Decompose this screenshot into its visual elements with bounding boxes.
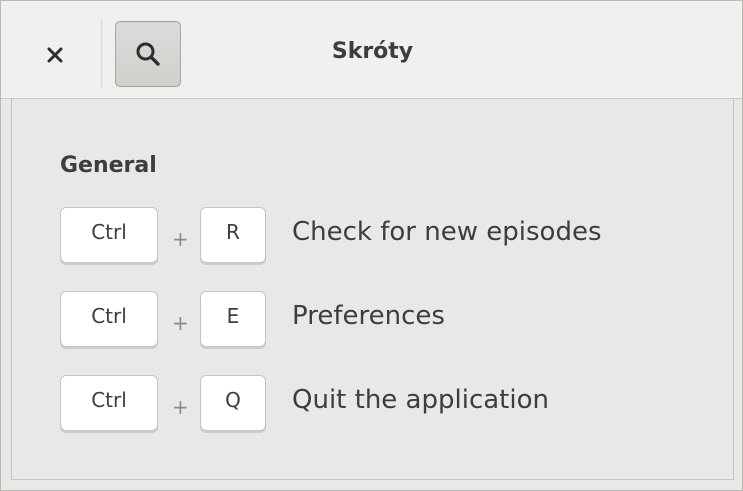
- shortcut-row: Ctrl + Q Quit the application: [60, 375, 720, 435]
- letter-key: R: [200, 207, 266, 263]
- modifier-key: Ctrl: [60, 207, 158, 263]
- shortcut-row: Ctrl + R Check for new episodes: [60, 207, 720, 267]
- header-bar: Skróty: [1, 1, 742, 99]
- plus-sign: +: [172, 395, 189, 419]
- window-title: Skróty: [1, 39, 742, 64]
- shortcuts-window: Skróty General Ctrl + R Check for new ep…: [0, 0, 743, 491]
- modifier-key: Ctrl: [60, 291, 158, 347]
- shortcut-row: Ctrl + E Preferences: [60, 291, 720, 351]
- section-title: General: [60, 153, 157, 178]
- shortcut-description: Quit the application: [292, 385, 549, 415]
- window-title-text: Skróty: [331, 39, 414, 64]
- plus-sign: +: [172, 227, 189, 251]
- letter-key: E: [200, 291, 266, 347]
- shortcut-description: Preferences: [292, 301, 445, 331]
- shortcut-description: Check for new episodes: [292, 217, 602, 247]
- modifier-key: Ctrl: [60, 375, 158, 431]
- shortcuts-content: General Ctrl + R Check for new episodes …: [11, 99, 734, 480]
- letter-key: Q: [200, 375, 266, 431]
- plus-sign: +: [172, 311, 189, 335]
